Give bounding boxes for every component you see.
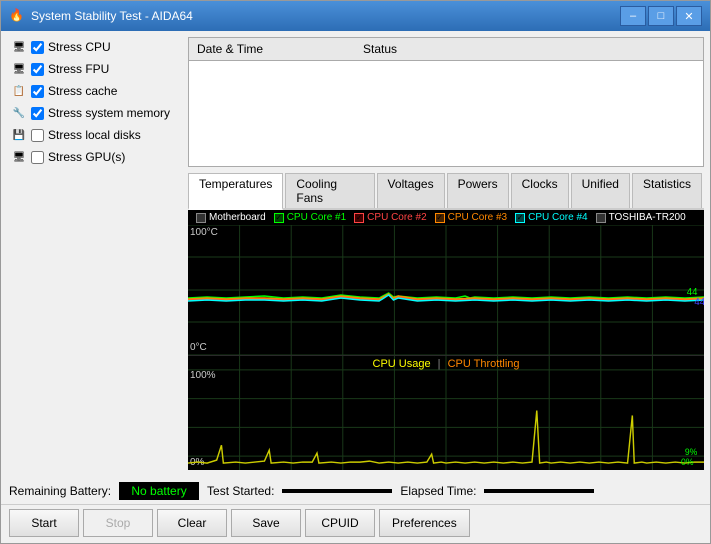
stress-fpu-label: Stress FPU	[48, 62, 109, 76]
tab-bar: Temperatures Cooling Fans Voltages Power…	[188, 173, 704, 210]
datetime-column-header: Date & Time	[197, 42, 263, 56]
cpu-usage-title: CPU Usage | CPU Throttling	[373, 358, 520, 370]
test-started-value	[282, 489, 392, 493]
svg-text:44: 44	[694, 297, 704, 308]
legend-core4-check: ✓	[515, 213, 525, 223]
stress-cpu-item: 🖥 Stress CPU	[7, 37, 182, 57]
status-table: Date & Time Status	[188, 37, 704, 167]
legend-core4: ✓ CPU Core #4	[515, 212, 587, 223]
tab-clocks[interactable]: Clocks	[511, 173, 569, 208]
legend-core1: ✓ CPU Core #1	[274, 212, 346, 223]
stress-cache-checkbox[interactable]	[31, 85, 44, 98]
legend-core3-check: ✓	[435, 213, 445, 223]
save-button[interactable]: Save	[231, 509, 301, 537]
cache-icon: 📋	[11, 83, 27, 99]
maximize-button[interactable]: □	[648, 6, 674, 26]
stress-gpu-checkbox[interactable]	[31, 151, 44, 164]
battery-label: Remaining Battery:	[9, 484, 111, 498]
tab-voltages[interactable]: Voltages	[377, 173, 445, 208]
stress-gpu-item: 🖥 Stress GPU(s)	[7, 147, 182, 167]
tab-statistics[interactable]: Statistics	[632, 173, 702, 208]
legend-motherboard-check	[196, 213, 206, 223]
status-table-header: Date & Time Status	[189, 38, 703, 61]
close-button[interactable]: ✕	[676, 6, 702, 26]
fpu-icon: 🖥	[11, 61, 27, 77]
tab-cooling-fans[interactable]: Cooling Fans	[285, 173, 374, 208]
elapsed-value	[484, 489, 594, 493]
right-panel: Date & Time Status Temperatures Cooling …	[188, 37, 704, 470]
legend-core3-label: CPU Core #3	[448, 212, 507, 223]
memory-icon: 🔧	[11, 105, 27, 121]
battery-value: No battery	[119, 482, 199, 500]
stop-button[interactable]: Stop	[83, 509, 153, 537]
tab-powers[interactable]: Powers	[447, 173, 509, 208]
stress-memory-label: Stress system memory	[48, 106, 170, 120]
stress-gpu-label: Stress GPU(s)	[48, 150, 125, 164]
legend-core1-check: ✓	[274, 213, 284, 223]
minimize-button[interactable]: –	[620, 6, 646, 26]
separator: |	[438, 358, 441, 370]
status-column-header: Status	[363, 42, 397, 56]
stress-memory-item: 🔧 Stress system memory	[7, 103, 182, 123]
legend-motherboard-label: Motherboard	[209, 212, 266, 223]
start-button[interactable]: Start	[9, 509, 79, 537]
preferences-button[interactable]: Preferences	[379, 509, 470, 537]
gpu-icon: 🖥	[11, 149, 27, 165]
legend-core4-label: CPU Core #4	[528, 212, 587, 223]
stress-disks-label: Stress local disks	[48, 128, 141, 142]
svg-text:0%: 0%	[681, 457, 694, 467]
main-window: 🔥 System Stability Test - AIDA64 – □ ✕ 🖥…	[0, 0, 711, 544]
cpuid-button[interactable]: CPUID	[305, 509, 375, 537]
legend-toshiba-check	[596, 213, 606, 223]
stress-disks-item: 💾 Stress local disks	[7, 125, 182, 145]
window-title: System Stability Test - AIDA64	[31, 9, 620, 23]
tab-temperatures[interactable]: Temperatures	[188, 173, 283, 210]
legend-core1-label: CPU Core #1	[287, 212, 346, 223]
app-icon: 🔥	[9, 8, 25, 24]
temperature-chart: 100°C 0°C	[188, 225, 704, 355]
clear-button[interactable]: Clear	[157, 509, 227, 537]
disk-icon: 💾	[11, 127, 27, 143]
cpu-usage-chart-wrapper: CPU Usage | CPU Throttling 100% 0%	[188, 355, 704, 470]
stress-fpu-checkbox[interactable]	[31, 63, 44, 76]
chart-area: Motherboard ✓ CPU Core #1 ✓ CPU Core #2	[188, 210, 704, 470]
temperature-chart-wrapper: Motherboard ✓ CPU Core #1 ✓ CPU Core #2	[188, 210, 704, 355]
legend-toshiba-label: TOSHIBA-TR200	[609, 212, 686, 223]
legend-core2: ✓ CPU Core #2	[354, 212, 426, 223]
stress-cache-label: Stress cache	[48, 84, 117, 98]
test-started-label: Test Started:	[207, 484, 274, 498]
stress-cpu-label: Stress CPU	[48, 40, 111, 54]
main-content: 🖥 Stress CPU 🖥 Stress FPU 📋 Stress cache…	[1, 31, 710, 476]
window-controls: – □ ✕	[620, 6, 702, 26]
button-bar: Start Stop Clear Save CPUID Preferences	[1, 504, 710, 543]
stress-memory-checkbox[interactable]	[31, 107, 44, 120]
tabs-section: Temperatures Cooling Fans Voltages Power…	[188, 173, 704, 470]
legend-toshiba: TOSHIBA-TR200	[596, 212, 686, 223]
temperature-legend: Motherboard ✓ CPU Core #1 ✓ CPU Core #2	[188, 210, 704, 225]
stress-options-panel: 🖥 Stress CPU 🖥 Stress FPU 📋 Stress cache…	[7, 37, 182, 470]
stress-cpu-checkbox[interactable]	[31, 41, 44, 54]
cpu-usage-chart-svg: 9% 0%	[188, 356, 704, 470]
stress-disks-checkbox[interactable]	[31, 129, 44, 142]
legend-core2-label: CPU Core #2	[367, 212, 426, 223]
stress-fpu-item: 🖥 Stress FPU	[7, 59, 182, 79]
stress-cache-item: 📋 Stress cache	[7, 81, 182, 101]
legend-core3: ✓ CPU Core #3	[435, 212, 507, 223]
legend-motherboard: Motherboard	[196, 212, 266, 223]
legend-core2-check: ✓	[354, 213, 364, 223]
title-bar: 🔥 System Stability Test - AIDA64 – □ ✕	[1, 1, 710, 31]
temperature-chart-svg: 44 44	[188, 225, 704, 355]
elapsed-label: Elapsed Time:	[400, 484, 476, 498]
cpu-icon: 🖥	[11, 39, 27, 55]
svg-text:9%: 9%	[685, 447, 698, 457]
tab-unified[interactable]: Unified	[571, 173, 630, 208]
bottom-status-bar: Remaining Battery: No battery Test Start…	[1, 476, 710, 504]
